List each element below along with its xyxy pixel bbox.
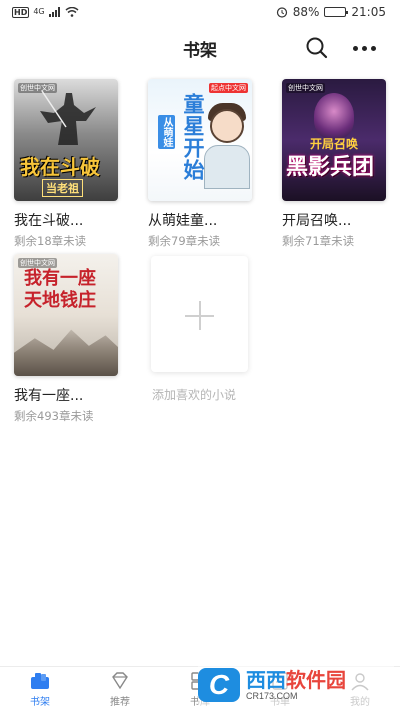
wifi-icon — [65, 7, 79, 17]
battery-icon — [324, 7, 349, 17]
more-dot — [361, 45, 367, 51]
book-title: 我在斗破... — [14, 213, 84, 229]
cover-subtitle: 当老祖 — [42, 179, 83, 197]
watermark-domain: CR173.COM — [246, 691, 298, 701]
watermark-name: 西西软件园 — [246, 669, 346, 691]
publisher-tag: 起点中文网 — [209, 83, 248, 93]
cover-subtitle: 从萌娃 — [158, 115, 175, 149]
book-card[interactable]: 起点中文网 童星开始 从萌娃 从萌娃童... 剩余79章未读 — [148, 79, 258, 249]
add-book-label: 添加喜欢的小说 — [152, 388, 237, 402]
tab-recommend[interactable]: 推荐 — [80, 667, 160, 711]
publisher-tag: 创世中文网 — [286, 83, 325, 93]
book-title: 从萌娃童... — [148, 213, 218, 229]
more-dot — [370, 45, 376, 51]
status-left: HD 4G — [12, 6, 79, 18]
watermark-name-a: 西西 — [246, 668, 286, 692]
book-unread-count: 剩余18章未读 — [14, 234, 87, 248]
app-header: 书架 — [0, 28, 400, 68]
hd-indicator: HD — [12, 6, 30, 18]
book-card[interactable]: 创世中文网 开局召唤 黑影兵团 开局召唤... 剩余71章未读 — [282, 79, 392, 249]
bookshelf-icon — [31, 672, 49, 689]
cover-title: 黑影兵团 — [286, 154, 375, 180]
site-watermark: C 西西软件园 CR173.COM — [198, 664, 394, 706]
battery-percent: 88% — [292, 5, 320, 19]
watermark-logo: C — [198, 668, 240, 702]
cover-title: 我在斗破 — [20, 155, 100, 179]
page-title: 书架 — [183, 41, 217, 61]
status-bar: HD 4G 88% 21:05 — [0, 0, 400, 24]
search-icon — [306, 37, 328, 59]
tab-label: 书架 — [30, 696, 50, 708]
alarm-icon — [276, 7, 287, 18]
character-face — [210, 109, 244, 143]
tab-label: 推荐 — [110, 696, 130, 708]
clock: 21:05 — [351, 5, 386, 19]
tab-bookshelf[interactable]: 书架 — [0, 667, 80, 711]
status-right: 88% 21:05 — [276, 5, 386, 19]
book-unread-count: 剩余71章未读 — [282, 234, 355, 248]
more-dot — [352, 45, 358, 51]
watermark-text: 西西软件园 CR173.COM — [246, 669, 346, 701]
book-card[interactable]: 创世中文网 我有一座天地钱庄 我有一座... 剩余493章未读 — [14, 254, 124, 424]
plus-icon — [185, 301, 214, 330]
more-button[interactable] — [346, 34, 382, 62]
book-unread-count: 剩余493章未读 — [14, 409, 94, 423]
signal-icon — [48, 7, 60, 17]
character-figure — [314, 93, 354, 139]
book-title: 我有一座... — [14, 388, 84, 404]
character-body — [204, 145, 250, 189]
add-book-button[interactable] — [151, 256, 248, 372]
publisher-tag: 创世中文网 — [18, 258, 57, 268]
warrior-figure-image — [40, 90, 96, 145]
book-card[interactable]: 创世中文网 我在斗破 当老祖 我在斗破... 剩余18章未读 — [14, 79, 124, 249]
search-button[interactable] — [303, 34, 331, 62]
book-title: 开局召唤... — [282, 213, 352, 229]
diamond-icon — [112, 671, 128, 689]
book-cover[interactable]: 创世中文网 我有一座天地钱庄 — [14, 254, 118, 376]
landscape-image — [14, 329, 118, 376]
network-indicator: 4G — [33, 7, 45, 16]
book-cover[interactable]: 创世中文网 我在斗破 当老祖 — [14, 79, 118, 201]
book-unread-count: 剩余79章未读 — [148, 234, 221, 248]
cover-title: 我有一座天地钱庄 — [24, 268, 96, 311]
book-cover[interactable]: 起点中文网 童星开始 从萌娃 — [148, 79, 252, 201]
watermark-name-b: 软件园 — [286, 668, 346, 692]
cover-title: 童星开始 — [181, 93, 206, 181]
book-cover[interactable]: 创世中文网 开局召唤 黑影兵团 — [282, 79, 386, 201]
